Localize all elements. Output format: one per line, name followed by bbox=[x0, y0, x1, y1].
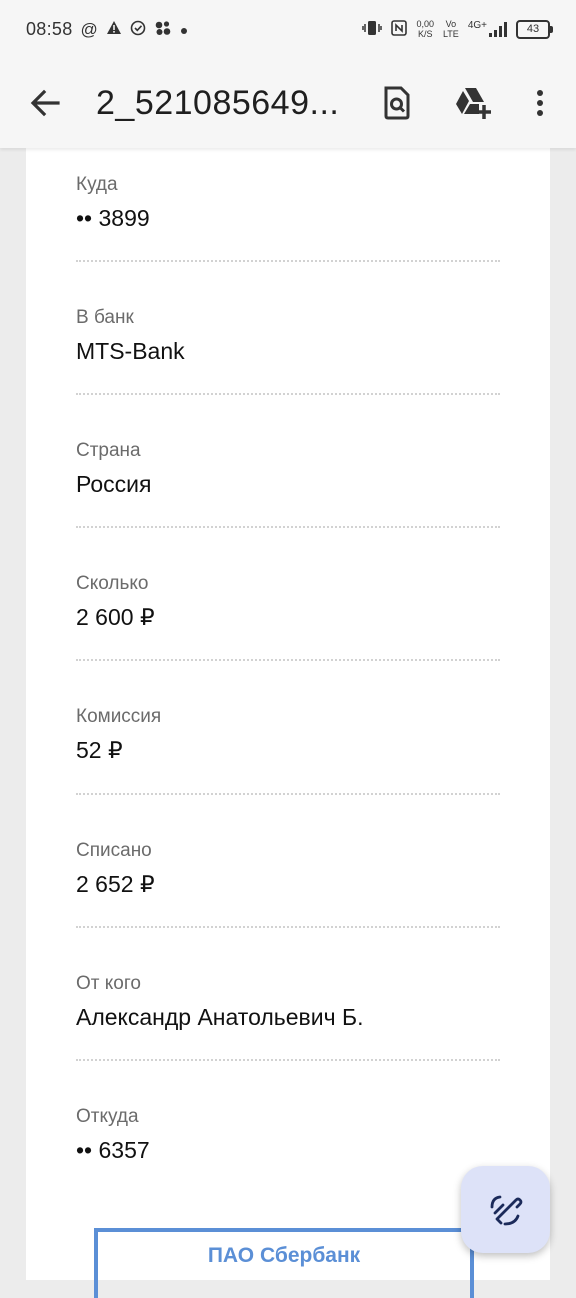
add-to-drive-button[interactable] bbox=[453, 83, 493, 123]
document-page: Куда •• 3899 В банк MTS-Bank Страна Росс… bbox=[26, 148, 550, 1298]
dotted-divider bbox=[76, 926, 500, 928]
status-left: 08:58 @ bbox=[26, 19, 188, 40]
at-icon: @ bbox=[80, 19, 98, 39]
signal-icon bbox=[489, 21, 507, 37]
arrow-back-icon bbox=[30, 89, 60, 117]
dotted-divider bbox=[76, 393, 500, 395]
battery-icon: 43 bbox=[516, 19, 553, 39]
drive-add-icon bbox=[456, 88, 491, 119]
net-speed-unit: K/S bbox=[417, 29, 433, 39]
dotted-divider bbox=[76, 659, 500, 661]
back-button[interactable] bbox=[25, 83, 65, 123]
more-options-button[interactable] bbox=[520, 83, 560, 123]
more-vert-icon bbox=[537, 90, 543, 116]
dotted-divider bbox=[76, 1059, 500, 1061]
net-speed: 0,00 K/S bbox=[416, 19, 434, 39]
battery-level: 43 bbox=[526, 22, 540, 35]
field-label: Сколько bbox=[76, 573, 149, 594]
warning-icon bbox=[106, 20, 122, 38]
field-country: Страна Россия bbox=[76, 440, 500, 497]
field-value: 52 ₽ bbox=[76, 737, 123, 763]
check-circle-icon bbox=[130, 20, 146, 39]
dotted-divider bbox=[76, 793, 500, 795]
edit-fab[interactable] bbox=[461, 1166, 550, 1253]
volte-indicator: Vo LTE bbox=[443, 19, 459, 39]
field-value: Александр Анатольевич Б. bbox=[76, 1004, 364, 1030]
field-value: •• 3899 bbox=[76, 205, 150, 231]
dotted-divider bbox=[76, 526, 500, 528]
field-to: Куда •• 3899 bbox=[76, 174, 500, 231]
document-search-icon bbox=[384, 86, 410, 120]
cluster-icon bbox=[154, 20, 172, 39]
field-commission: Комиссия 52 ₽ bbox=[76, 706, 500, 763]
field-amount: Сколько 2 600 ₽ bbox=[76, 573, 500, 630]
status-bar: 08:58 @ 0,00 K/S Vo LTE 4G+ 43 bbox=[0, 0, 576, 58]
field-to-bank: В банк MTS-Bank bbox=[76, 307, 500, 364]
document-title: 2_521085649... bbox=[96, 83, 340, 122]
field-label: От кого bbox=[76, 973, 141, 994]
search-document-button[interactable] bbox=[377, 83, 417, 123]
net-speed-value: 0,00 bbox=[416, 19, 434, 29]
field-value: •• 6357 bbox=[76, 1137, 150, 1163]
dot-icon bbox=[180, 21, 188, 38]
app-bar: 2_521085649... bbox=[0, 58, 576, 148]
field-charged: Списано 2 652 ₽ bbox=[76, 840, 500, 897]
field-from-whom: От кого Александр Анатольевич Б. bbox=[76, 973, 500, 1030]
nfc-icon bbox=[391, 19, 408, 39]
field-label: Списано bbox=[76, 840, 152, 861]
field-label: Комиссия bbox=[76, 706, 162, 727]
field-value: 2 652 ₽ bbox=[76, 871, 155, 897]
field-value: Россия bbox=[76, 471, 152, 497]
status-right: 0,00 K/S Vo LTE 4G+ 43 bbox=[362, 19, 553, 39]
status-time: 08:58 bbox=[26, 18, 73, 39]
bank-stamp: ПАО Сбербанк bbox=[94, 1228, 474, 1298]
network-type: 4G+ bbox=[467, 20, 487, 31]
field-label: Откуда bbox=[76, 1106, 139, 1127]
field-label: Страна bbox=[76, 440, 141, 461]
volte-bottom: LTE bbox=[442, 29, 459, 39]
dotted-divider bbox=[76, 260, 500, 262]
field-label: Куда bbox=[76, 174, 118, 195]
volte-top: Vo bbox=[445, 19, 457, 29]
vibrate-icon bbox=[362, 20, 383, 39]
field-value: 2 600 ₽ bbox=[76, 604, 155, 630]
pen-squiggle-icon bbox=[490, 1195, 522, 1225]
network-indicator: 4G+ bbox=[468, 21, 507, 37]
field-value: MTS-Bank bbox=[76, 338, 185, 364]
field-from: Откуда •• 6357 bbox=[76, 1106, 500, 1163]
field-label: В банк bbox=[76, 307, 134, 328]
